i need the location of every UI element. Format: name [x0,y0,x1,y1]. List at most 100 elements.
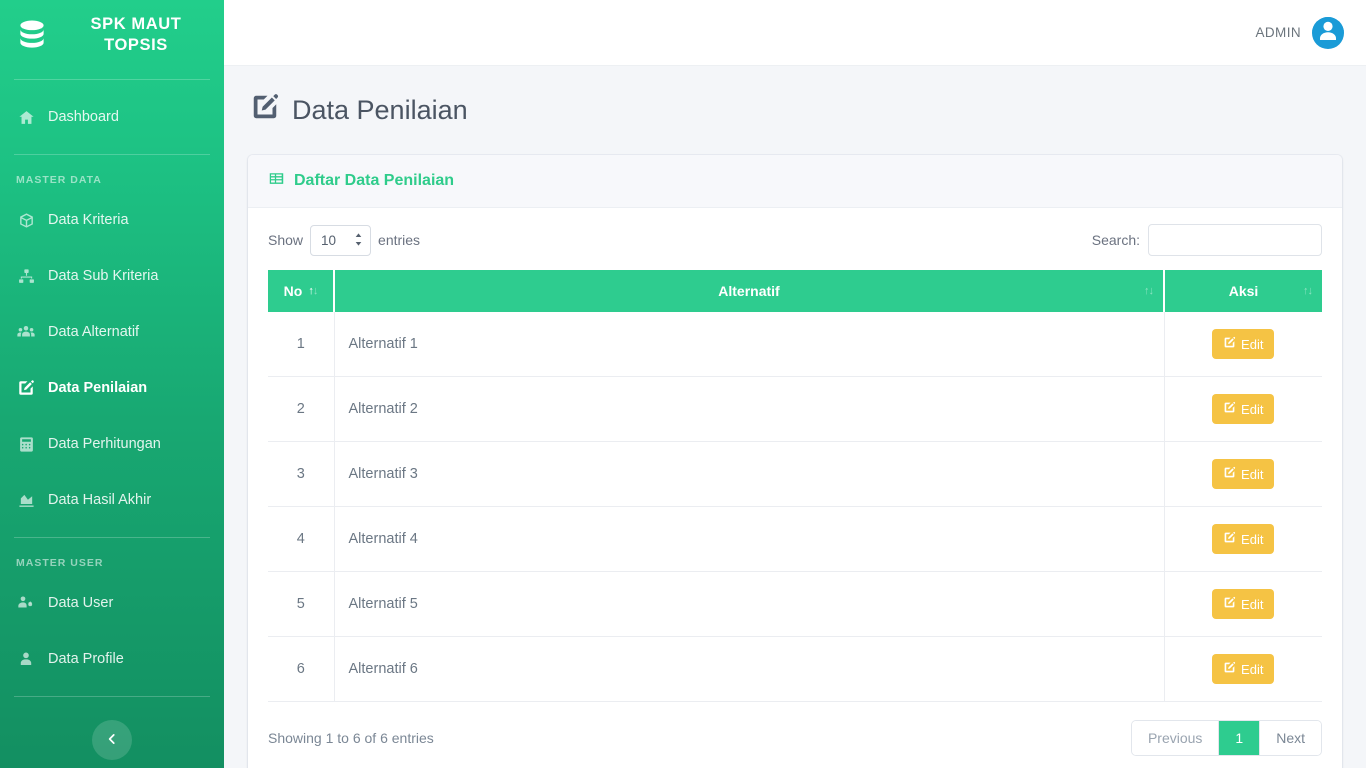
edit-button[interactable]: Edit [1212,329,1275,359]
user-cog-icon [16,593,36,613]
table-row: 6 Alternatif 6 Edit [268,636,1322,702]
column-header-no[interactable]: No ↑↓ [268,270,335,312]
user-icon [16,649,36,669]
cell-alternatif: Alternatif 2 [334,376,1165,442]
cell-no: 1 [268,312,335,377]
pagination-previous[interactable]: Previous [1131,721,1220,755]
search-input[interactable] [1148,224,1322,256]
sidebar-item-data-alternatif[interactable]: Data Alternatif [0,304,224,360]
cell-aksi: Edit [1164,312,1322,377]
sidebar-item-label: Data Sub Kriteria [48,268,159,284]
search-label: Search: [1091,232,1140,248]
column-header-alternatif[interactable]: Alternatif ↑↓ [334,270,1165,312]
sidebar-section-master-user: MASTER USER [16,557,104,569]
sidebar-item-label: Dashboard [48,109,119,125]
sidebar-divider-1 [14,79,210,80]
topbar-user-label: ADMIN [1255,25,1301,40]
edit-button-label: Edit [1241,661,1264,677]
cube-icon [16,210,36,230]
edit-button-label: Edit [1241,336,1264,352]
cell-alternatif: Alternatif 3 [334,441,1165,507]
edit-button[interactable]: Edit [1212,589,1275,619]
sidebar-item-label: Data User [48,595,114,611]
sidebar-item-label: Data Kriteria [48,212,129,228]
avatar[interactable] [1312,16,1344,49]
topbar: ADMIN [224,0,1366,66]
sidebar-divider-3 [14,537,210,538]
table-row: 2 Alternatif 2 Edit [268,376,1322,442]
datatable-footer: Showing 1 to 6 of 6 entries Previous 1 N… [268,702,1322,756]
sidebar-item-data-hasil-akhir[interactable]: Data Hasil Akhir [0,472,224,528]
sidebar-item-data-sub-kriteria[interactable]: Data Sub Kriteria [0,248,224,304]
card-body: Show 10 25 50 100 [248,208,1342,768]
cell-aksi: Edit [1164,506,1322,572]
pagination-page-1[interactable]: 1 [1219,721,1261,755]
column-header-aksi[interactable]: Aksi ↑↓ [1164,270,1322,312]
table-body: 1 Alternatif 1 Edit 2 Alternatif 2 Edit … [268,312,1322,702]
brand[interactable]: SPK MAUT TOPSIS [0,0,224,70]
pencil-square-icon [1223,661,1236,677]
users-icon [16,322,36,342]
entries-label: entries [378,232,421,248]
sidebar-item-data-profile[interactable]: Data Profile [0,631,224,687]
app-root: SPK MAUT TOPSIS Dashboard MASTER DATA Da… [0,0,1366,768]
pencil-square-icon [1223,531,1236,547]
sidebar-item-data-penilaian[interactable]: Data Penilaian [0,360,224,416]
main-area: ADMIN Data Penilaian Daftar Data Penilai… [224,0,1366,768]
pencil-square-icon [1223,466,1236,482]
pagination: Previous 1 Next [1130,720,1322,756]
edit-button[interactable]: Edit [1212,459,1275,489]
cell-alternatif: Alternatif 6 [334,636,1165,702]
page-title-text: Data Penilaian [292,95,468,125]
chart-bar-icon [16,490,36,510]
data-card: Daftar Data Penilaian Show 10 25 50 10 [248,155,1342,768]
sort-arrows-icon: ↑↓ [1303,285,1313,297]
edit-button[interactable]: Edit [1212,394,1275,424]
sidebar-item-data-user[interactable]: Data User [0,575,224,631]
sidebar-collapse-wrap [0,706,224,760]
page-content: Data Penilaian Daftar Data Penilaian Sho… [224,66,1366,768]
page-length-select-wrap: 10 25 50 100 [310,224,372,256]
cell-no: 6 [268,636,335,702]
edit-button[interactable]: Edit [1212,654,1275,684]
page-length-select[interactable]: 10 25 50 100 [310,224,372,256]
table-head: No ↑↓ Alternatif ↑↓ Aksi ↑↓ [268,270,1322,312]
edit-button-label: Edit [1241,596,1264,612]
sidebar-item-label: Data Alternatif [48,324,140,340]
cell-aksi: Edit [1164,636,1322,702]
penilaian-table: No ↑↓ Alternatif ↑↓ Aksi ↑↓ 1 Alternatif… [268,270,1322,702]
edit-button-label: Edit [1241,401,1264,417]
table-row: 3 Alternatif 3 Edit [268,441,1322,507]
datatable-controls: Show 10 25 50 100 [268,224,1322,256]
edit-button[interactable]: Edit [1212,524,1275,554]
cell-no: 3 [268,441,335,507]
sidebar-item-dashboard[interactable]: Dashboard [0,89,224,145]
cell-alternatif: Alternatif 1 [334,312,1165,377]
table-row: 5 Alternatif 5 Edit [268,571,1322,637]
sidebar-item-label: Data Profile [48,651,124,667]
pencil-square-icon [1223,336,1236,352]
column-header-alternatif-label: Alternatif [718,283,780,299]
table-row: 4 Alternatif 4 Edit [268,506,1322,572]
sort-arrows-icon: ↑↓ [1144,285,1154,297]
pagination-next[interactable]: Next [1260,721,1321,755]
datatable-search-control: Search: [1092,224,1322,256]
card-header-title: Daftar Data Penilaian [294,172,455,189]
sidebar-item-label: Data Hasil Akhir [48,492,152,508]
sidebar-item-data-perhitungan[interactable]: Data Perhitungan [0,416,224,472]
cell-no: 2 [268,376,335,442]
sidebar-collapse-button[interactable] [92,720,132,760]
pencil-square-icon [16,378,36,398]
cell-no: 5 [268,571,335,637]
pencil-square-icon [250,92,280,129]
chevron-left-icon [105,732,119,749]
table-icon [268,170,285,192]
sidebar-divider-2 [14,154,210,155]
sidebar-item-data-kriteria[interactable]: Data Kriteria [0,192,224,248]
table-header-row: No ↑↓ Alternatif ↑↓ Aksi ↑↓ [268,270,1322,312]
sidebar-item-label: Data Perhitungan [48,436,161,452]
card-header: Daftar Data Penilaian [248,155,1342,208]
calculator-icon [16,434,36,454]
cell-aksi: Edit [1164,441,1322,507]
cell-alternatif: Alternatif 4 [334,506,1165,572]
